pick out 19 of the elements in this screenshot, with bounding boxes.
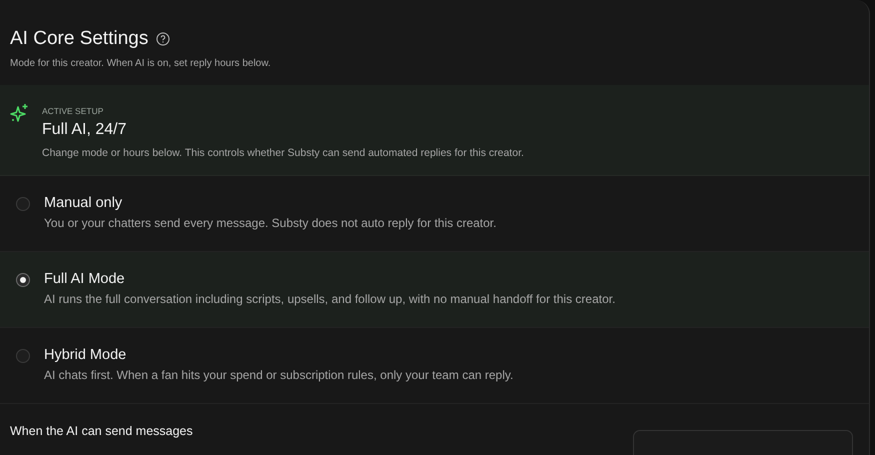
radio-button[interactable] [16,349,30,363]
section-title: AI Core Settings [10,28,148,50]
schedule-label: When the AI can send messages [10,424,193,440]
schedule-dropdown[interactable] [633,430,853,455]
active-setup-description: Change mode or hours below. This controls whether Substy can send automated replies for this creator. [42,147,524,159]
mode-label: Hybrid Mode [44,347,128,363]
mode-description: AI chats first. When a fan hits your spend or subscription rules, only your team can reply. [44,368,514,382]
active-setup-label: ACTIVE SETUP [42,106,104,116]
radio-button[interactable] [16,273,30,287]
sparkle-icon [10,103,30,123]
section-subtitle: Mode for this creator. When AI is on, set reply hours below. [10,58,272,69]
help-icon[interactable] [156,32,170,46]
mode-option[interactable]: Full AI Mode AI runs the full conversation including scripts, upsells, and follow up, with no manual handoff for this creator. [0,252,869,328]
mode-label: Full AI Mode [44,271,126,287]
active-setup-title: Full AI, 24/7 [42,121,128,139]
mode-description: You or your chatters send every message. Substy does not auto reply for this creator. [44,216,496,230]
radio-button[interactable] [16,197,30,211]
mode-description: AI runs the full conversation including scripts, upsells, and follow up, with no manual handoff for this creator. [44,292,616,306]
mode-label: Manual only [44,195,124,211]
